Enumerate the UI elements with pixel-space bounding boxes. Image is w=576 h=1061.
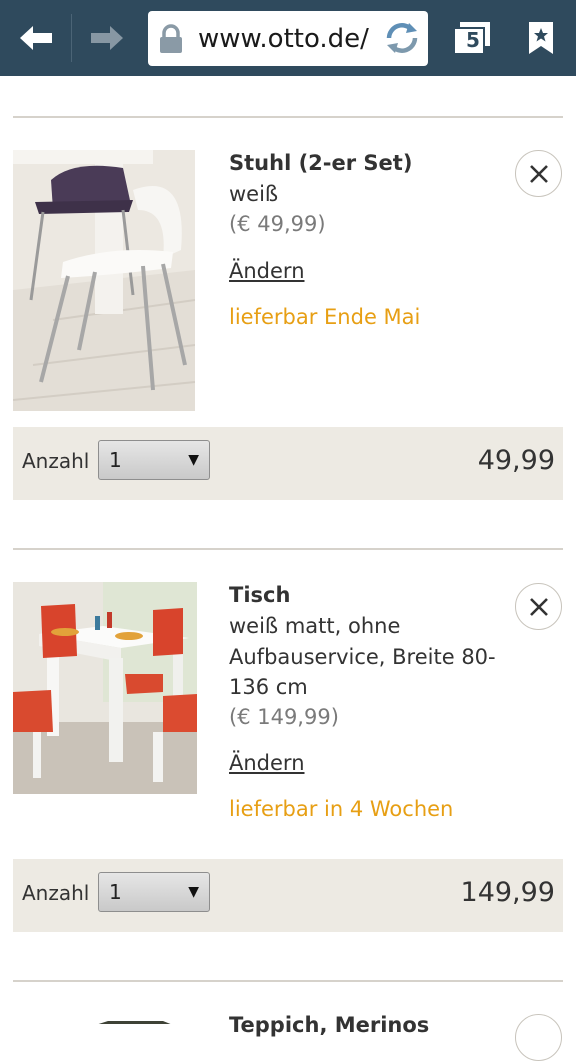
unit-price: (€ 149,99) [229,705,339,729]
close-icon [529,597,548,616]
product-title[interactable]: Stuhl (2-er Set) [229,148,412,178]
remove-item-button[interactable] [515,583,562,630]
bookmark-star-icon [529,22,553,54]
product-variant: weiß [229,182,279,206]
dropdown-arrow-icon: ▼ [188,452,199,468]
product-variant: weiß matt, ohne Aufbauservice, Breite 80… [229,614,496,699]
quantity-select[interactable]: 1 ▼ [98,440,210,480]
unit-price: (€ 49,99) [229,212,326,236]
product-title[interactable]: Teppich, Merinos [229,1010,429,1040]
product-title[interactable]: Tisch [229,580,290,610]
remove-item-button[interactable] [515,1014,562,1061]
table-image [13,582,197,794]
tabs-button[interactable]: 5 [440,0,504,76]
close-icon [529,164,548,183]
quantity-value: 1 [109,880,122,904]
chair-image [13,150,195,411]
quantity-value: 1 [109,448,122,472]
quantity-label: Anzahl [22,449,90,473]
arrow-right-icon [91,26,123,50]
quantity-label: Anzahl [22,881,90,905]
forward-button[interactable] [72,0,142,76]
browser-toolbar: www.otto.de/ 5 [0,0,576,76]
item-divider [13,980,563,982]
product-image-chair[interactable] [13,150,195,411]
quantity-select[interactable]: 1 ▼ [98,872,210,912]
bookmark-button[interactable] [514,0,568,76]
remove-item-button[interactable] [515,150,562,197]
lock-icon [158,24,184,58]
url-text[interactable]: www.otto.de/ [198,24,378,54]
dropdown-arrow-icon: ▼ [188,884,199,900]
change-item-link[interactable]: Ändern [229,256,305,286]
quantity-bar: Anzahl 1 ▼ 149,99 [13,859,563,932]
tab-count: 5 [466,28,480,52]
arrow-left-icon [20,26,52,50]
item-divider [13,116,563,118]
product-image-rug[interactable] [13,1014,195,1024]
address-bar[interactable]: www.otto.de/ [148,11,428,66]
reload-icon[interactable] [382,19,422,61]
delivery-status: lieferbar Ende Mai [229,305,421,329]
line-total: 49,99 [477,445,555,476]
change-item-link[interactable]: Ändern [229,748,305,778]
back-button[interactable] [0,0,72,76]
rug-image [98,1021,171,1024]
quantity-bar: Anzahl 1 ▼ 49,99 [13,427,563,500]
line-total: 149,99 [460,877,555,908]
delivery-status: lieferbar in 4 Wochen [229,797,454,821]
item-divider [13,548,563,550]
product-image-table[interactable] [13,582,197,794]
